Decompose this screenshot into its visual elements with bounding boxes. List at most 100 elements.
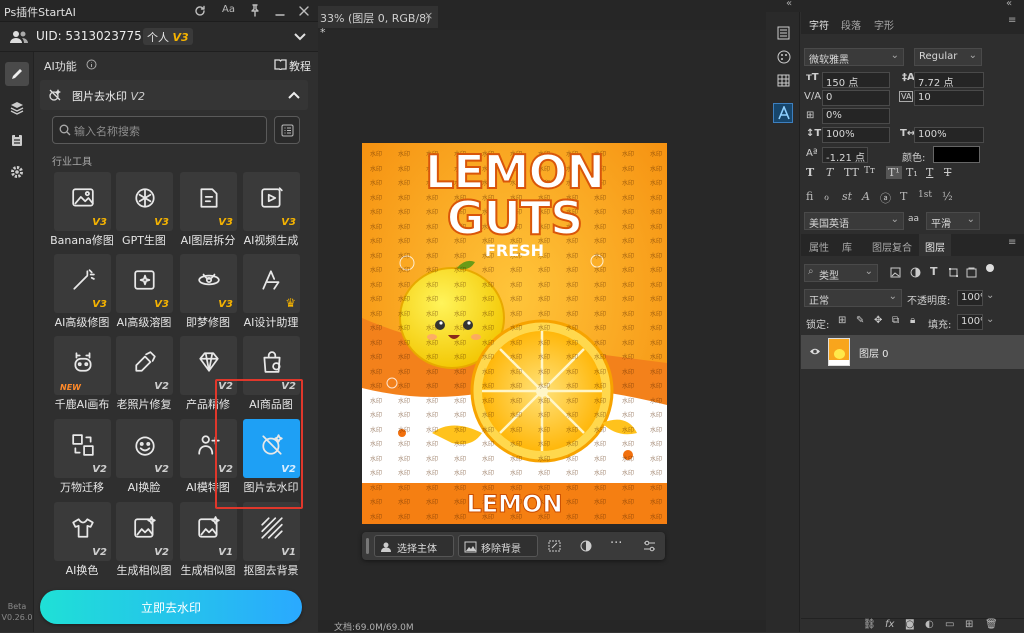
opacity-dropdown-icon[interactable]: ⌄ [986,290,994,301]
pin-icon[interactable] [249,4,261,17]
history-icon[interactable] [777,26,790,40]
opacity-field[interactable]: 100% [957,290,983,306]
delete-layer-icon[interactable]: 🗑︎ [985,619,998,630]
strikethrough-button[interactable]: T [944,166,951,179]
rail-clipboard[interactable] [5,128,29,152]
tool-tile[interactable]: V3 [180,254,237,313]
faux-italic-button[interactable]: T [826,166,833,179]
stylistic-alternates-button[interactable]: ⓐ [880,190,891,206]
discretionary-ligatures-button[interactable]: st [842,190,852,203]
fill-dropdown-icon[interactable]: ⌄ [986,314,994,325]
ligatures-button[interactable]: fi [806,190,813,203]
canvas-poster[interactable]: 水印 水印 水印 水印 水印 水印 水印 水印 水印 水印 水印 水印 水印 水印 水印 水印 水印 水印 水印 水印… [362,143,667,524]
lock-pixels-icon[interactable]: ✎ [856,315,864,326]
tab-character[interactable]: 字符 [809,17,829,32]
lock-position-icon[interactable]: ✥ [874,315,882,326]
language-select[interactable]: 美国英语 ⌄ [804,212,904,230]
chevron-down-icon[interactable] [294,32,306,42]
document-tab[interactable]: 33% (图层 0, RGB/8) * × [318,6,438,39]
small-caps-button[interactable]: Tᴛ [864,166,875,176]
tool-tile[interactable]: V2 [116,336,173,395]
tsume-field[interactable]: 0% [822,108,890,124]
underline-button[interactable]: T [926,166,933,179]
tool-tile[interactable]: V2 [116,419,173,478]
tool-tile[interactable]: V2 [243,419,300,478]
blend-mode-select[interactable]: 正常 ⌄ [804,289,902,307]
font-family-select[interactable]: 微软雅黑 ⌄ [804,48,904,66]
fractions-button[interactable]: ½ [942,190,953,203]
tool-tile[interactable]: NEW [54,336,111,395]
tab-properties[interactable]: 属性 [809,239,829,254]
lock-all-icon[interactable]: 🔒︎ [910,315,915,326]
tab-libraries[interactable]: 库 [842,239,852,254]
horizontal-scale-field[interactable]: 100% [914,127,984,143]
tool-tile[interactable]: ♛ [243,254,300,313]
smart-object-filter-icon[interactable] [966,267,977,278]
tool-tile[interactable]: V1 [180,502,237,561]
tab-glyphs[interactable]: 字形 [874,17,894,32]
titling-button[interactable]: T [900,190,907,203]
tab-paragraph[interactable]: 段落 [841,17,861,32]
rail-layers[interactable] [5,96,29,120]
new-adjustment-icon[interactable]: ◐ [925,619,934,630]
subscript-button[interactable]: T₁ [906,166,918,179]
superscript-button[interactable]: T¹ [886,166,902,179]
adjustment-filter-icon[interactable] [910,267,921,278]
shape-filter-icon[interactable] [948,267,959,278]
tab-layers[interactable]: 图层 [919,234,951,256]
tool-tile[interactable]: V3 [54,254,111,313]
kerning-field[interactable]: 0 [822,90,890,106]
layers-menu-icon[interactable]: ≡ [1008,237,1016,248]
more-icon[interactable]: ··· [610,536,622,551]
antialias-select[interactable]: 平滑 ⌄ [926,212,980,230]
palette-icon[interactable] [777,50,791,64]
pixel-filter-icon[interactable] [890,267,901,278]
swash-button[interactable]: A [862,190,870,203]
tool-tile[interactable]: V3 [180,172,237,231]
layer-name[interactable]: 图层 0 [859,345,889,360]
select-subject-button[interactable]: 选择主体 [374,535,454,557]
refresh-icon[interactable] [194,5,206,17]
leading-field[interactable]: 7.72 点 [914,72,984,88]
lock-transparency-icon[interactable]: ⊞ [838,315,846,326]
tool-tile[interactable]: V3 [116,172,173,231]
tool-tile[interactable]: V2 [180,419,237,478]
layer-kind-filter[interactable]: ⌕ 类型 ⌄ [804,264,878,282]
new-layer-icon[interactable]: ⊞ [965,619,973,630]
tab-layer-comps[interactable]: 图层复合 [872,239,912,254]
minimize-icon[interactable] [274,5,286,17]
add-mask-icon[interactable]: ◙ [905,619,915,630]
vertical-scale-field[interactable]: 100% [822,127,890,143]
character-panel-button[interactable] [773,103,793,123]
faux-bold-button[interactable]: T [806,166,814,179]
all-caps-button[interactable]: TT [844,166,859,179]
tool-tile[interactable]: V3 [116,254,173,313]
remove-background-button[interactable]: 移除背景 [458,535,538,557]
baseline-shift-field[interactable]: -1.21 点 [822,147,868,163]
transform-icon[interactable] [548,540,561,552]
font-size-field[interactable]: 150 点 [822,72,890,88]
link-layers-icon[interactable]: ⛓ [863,619,876,630]
text-color-swatch[interactable] [933,146,980,163]
collapse-right-icon[interactable]: « [1006,0,1012,9]
filter-toggle-icon[interactable] [986,264,994,272]
tool-tile[interactable]: V2 [116,502,173,561]
drag-handle[interactable] [366,538,369,554]
lock-artboard-icon[interactable]: ⧉ [892,315,899,326]
remove-watermark-button[interactable]: 立即去水印 [40,590,302,624]
layer-row[interactable]: 图层 0 [801,335,1024,369]
rail-settings[interactable] [5,160,29,184]
account-badge[interactable]: 个人 V3 [143,28,193,45]
fx-icon[interactable]: fx [885,619,894,630]
rail-ai-tools[interactable] [5,62,29,86]
font-style-select[interactable]: Regular ⌄ [914,48,982,66]
tab-close-icon[interactable]: × [424,9,433,22]
sliders-icon[interactable] [643,540,656,552]
tool-tile[interactable]: V2 [180,336,237,395]
close-icon[interactable] [298,5,310,17]
tool-tile[interactable]: V3 [243,172,300,231]
alt-ligatures-button[interactable]: ℴ [824,190,829,203]
tool-tile[interactable]: V3 [54,172,111,231]
panel-menu-icon[interactable]: ≡ [1008,15,1016,26]
eye-icon[interactable] [809,347,821,356]
